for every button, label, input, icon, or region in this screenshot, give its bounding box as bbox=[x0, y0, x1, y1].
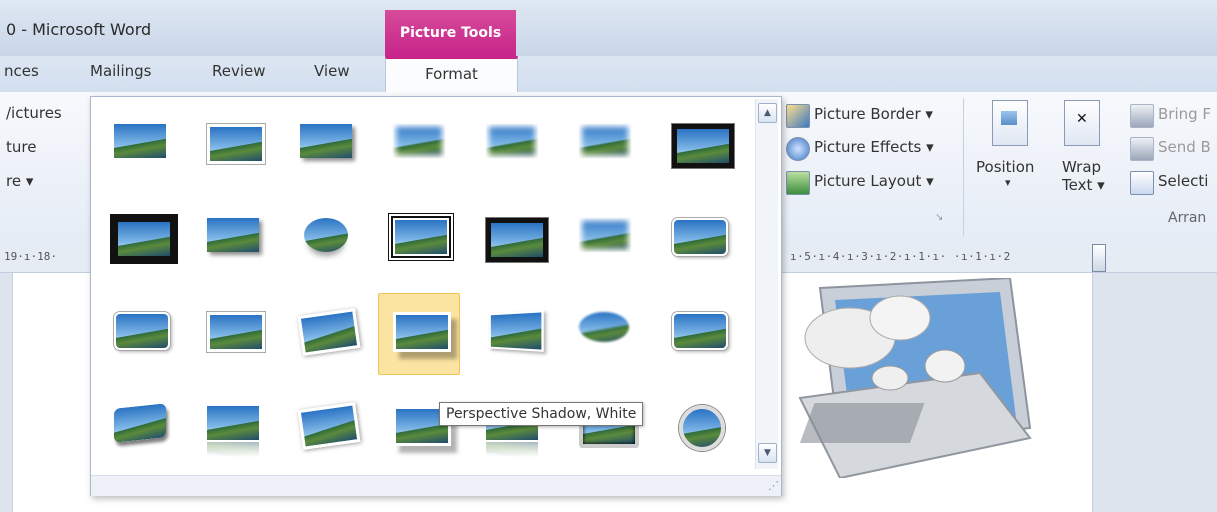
picture-style-option[interactable] bbox=[471, 199, 553, 281]
picture-effects-button[interactable]: Picture Effects ▾ bbox=[814, 138, 934, 156]
style-preview-image bbox=[297, 402, 361, 450]
picture-style-option[interactable] bbox=[99, 293, 181, 375]
picture-tools-context-label: Picture Tools bbox=[385, 10, 516, 56]
picture-layout-icon bbox=[786, 171, 810, 195]
title-bar: 0 - Microsoft Word Picture Tools bbox=[0, 0, 1217, 56]
picture-border-icon bbox=[786, 104, 810, 128]
wrap-text-icon bbox=[1064, 100, 1100, 146]
picture-style-option[interactable] bbox=[657, 387, 739, 469]
style-preview-image bbox=[579, 218, 631, 252]
tab-view[interactable]: View bbox=[314, 56, 350, 92]
wrap-text-button[interactable]: Wrap bbox=[1062, 158, 1101, 176]
style-preview-image bbox=[114, 312, 170, 350]
selection-pane-button[interactable]: Selecti bbox=[1158, 172, 1208, 190]
resize-grip-icon[interactable]: ⋰ bbox=[768, 479, 779, 492]
picture-style-option[interactable] bbox=[378, 387, 460, 469]
wrap-text-sub[interactable]: Text ▾ bbox=[1062, 176, 1105, 194]
style-preview-image bbox=[114, 403, 166, 443]
style-preview-image bbox=[110, 214, 178, 264]
scroll-down-icon[interactable]: ▼ bbox=[758, 443, 777, 463]
style-preview-image bbox=[489, 310, 544, 352]
indent-marker[interactable] bbox=[1092, 244, 1106, 272]
picture-effects-icon bbox=[786, 137, 810, 161]
style-preview-image bbox=[207, 406, 259, 440]
picture-style-option[interactable] bbox=[564, 387, 646, 469]
picture-style-option[interactable] bbox=[192, 293, 274, 375]
style-preview-image bbox=[486, 218, 548, 262]
picture-style-option[interactable] bbox=[99, 387, 181, 469]
clipart-figure-laptop-image[interactable] bbox=[780, 278, 1040, 478]
picture-style-option[interactable] bbox=[285, 387, 367, 469]
picture-style-option[interactable] bbox=[192, 199, 274, 281]
picture-style-option[interactable] bbox=[99, 199, 181, 281]
tab-references[interactable]: nces bbox=[4, 56, 39, 92]
picture-style-option[interactable] bbox=[471, 105, 553, 187]
send-backward-icon bbox=[1130, 137, 1154, 161]
picture-border-button[interactable]: Picture Border ▾ bbox=[814, 105, 933, 123]
style-preview-image bbox=[679, 405, 725, 451]
ribbon-tabs: nces Mailings Review View Format bbox=[0, 56, 1217, 93]
picture-style-option[interactable] bbox=[378, 105, 460, 187]
tab-format[interactable]: Format bbox=[385, 56, 518, 93]
ruler-right-numbers: ı·5·ı·4·ı·3·ı·2·ı·1·ı· ·ı·1·ı·2 bbox=[790, 250, 1011, 263]
picture-partial[interactable]: ture bbox=[6, 138, 36, 156]
picture-styles-gallery: ▲ ▼ ⋰ bbox=[90, 96, 782, 496]
group-separator bbox=[963, 98, 964, 236]
style-preview-image bbox=[393, 124, 445, 158]
tab-review[interactable]: Review bbox=[212, 56, 266, 92]
picture-style-option[interactable] bbox=[564, 105, 646, 187]
ruler-left-numbers: 19·ı·18· bbox=[4, 250, 57, 263]
style-preview-image bbox=[114, 124, 166, 158]
position-icon bbox=[992, 100, 1028, 146]
bring-forward-icon bbox=[1130, 104, 1154, 128]
style-preview-image bbox=[393, 312, 451, 352]
picture-style-option[interactable] bbox=[564, 293, 646, 375]
picture-style-option[interactable] bbox=[99, 105, 181, 187]
picture-style-option[interactable] bbox=[657, 199, 739, 281]
style-preview-image bbox=[207, 218, 259, 252]
style-preview-image bbox=[393, 218, 449, 256]
picture-style-option[interactable] bbox=[657, 105, 739, 187]
insert-pictures-partial[interactable]: /ictures bbox=[6, 104, 62, 122]
picture-layout-button[interactable]: Picture Layout ▾ bbox=[814, 172, 934, 190]
style-preview-image bbox=[207, 124, 265, 164]
style-preview-image bbox=[304, 218, 348, 252]
page-edge bbox=[1092, 273, 1093, 512]
style-preview-image bbox=[579, 124, 631, 158]
picture-style-option[interactable] bbox=[285, 199, 367, 281]
picture-style-option[interactable] bbox=[378, 199, 460, 281]
style-preview-image bbox=[297, 308, 361, 356]
picture-style-option[interactable] bbox=[378, 293, 460, 375]
arrange-group-label: Arran bbox=[1168, 210, 1207, 226]
window-title: 0 - Microsoft Word bbox=[6, 20, 152, 39]
picture-style-option[interactable] bbox=[285, 293, 367, 375]
send-backward-button[interactable]: Send B bbox=[1158, 138, 1211, 156]
style-preview-image bbox=[207, 312, 265, 352]
style-preview-image bbox=[486, 124, 538, 158]
position-dropdown-arrow[interactable]: ▾ bbox=[1005, 176, 1011, 189]
gallery-footer: ⋰ bbox=[91, 475, 781, 496]
picture-style-option[interactable] bbox=[657, 293, 739, 375]
picture-style-option[interactable] bbox=[471, 387, 553, 469]
style-preview-image bbox=[672, 124, 734, 168]
reset-picture-partial[interactable]: re ▾ bbox=[6, 172, 33, 190]
tab-mailings[interactable]: Mailings bbox=[90, 56, 151, 92]
style-preview-image bbox=[579, 312, 629, 342]
gallery-grid bbox=[97, 105, 747, 485]
style-preview-image bbox=[672, 218, 728, 256]
style-tooltip: Perspective Shadow, White bbox=[439, 402, 644, 426]
picture-style-option[interactable] bbox=[192, 105, 274, 187]
dialog-launcher-icon[interactable]: ↘ bbox=[935, 212, 943, 223]
gallery-scrollbar[interactable]: ▲ ▼ bbox=[755, 99, 778, 469]
style-preview-image bbox=[672, 312, 728, 350]
selection-pane-icon bbox=[1130, 171, 1154, 195]
picture-style-option[interactable] bbox=[192, 387, 274, 469]
style-preview-image bbox=[300, 124, 352, 158]
scroll-up-icon[interactable]: ▲ bbox=[758, 103, 777, 123]
picture-style-option[interactable] bbox=[471, 293, 553, 375]
picture-style-option[interactable] bbox=[285, 105, 367, 187]
picture-style-option[interactable] bbox=[564, 199, 646, 281]
bring-forward-button[interactable]: Bring F bbox=[1158, 105, 1211, 123]
position-button[interactable]: Position bbox=[976, 158, 1034, 176]
